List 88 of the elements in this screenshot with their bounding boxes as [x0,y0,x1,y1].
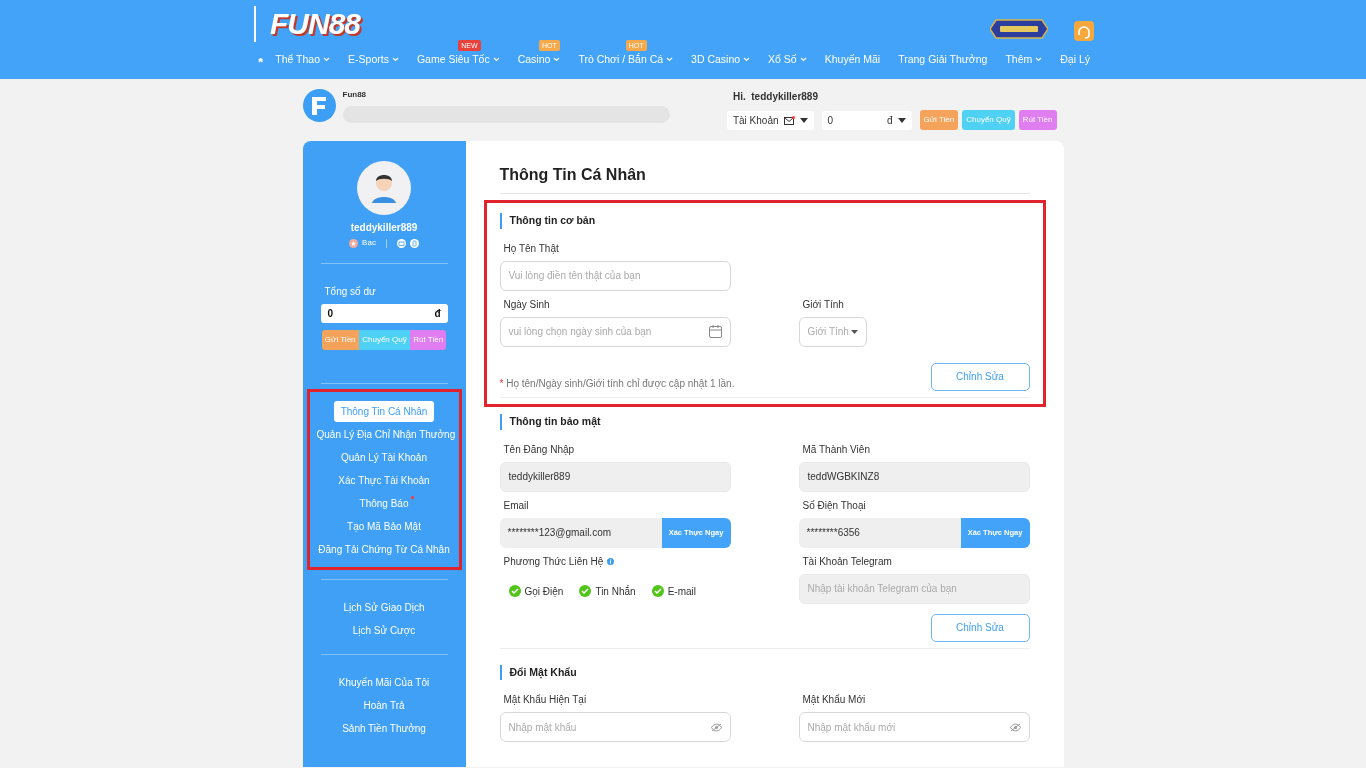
field-label: Email [503,498,529,513]
menu-item[interactable]: Lịch Sử Giao Dịch [336,597,432,618]
field-label: Tài Khoản Telegram [802,554,892,569]
nav-link[interactable]: Game Siêu Tốc [416,52,500,68]
letter-f-icon [312,96,326,115]
menu-item[interactable]: Sảnh Tiền Thưởng [335,718,433,739]
nav-link[interactable]: 3D Casino [691,52,751,68]
account-dropdown[interactable]: Tài Khoản [726,110,814,130]
action-button[interactable]: Chuyển Quỹ [358,330,410,350]
nav-link[interactable]: Khuyến Mãi [824,52,881,68]
username: teddykiller889 [349,221,419,235]
menu-item[interactable]: Tạo Mã Bảo Mật [340,516,428,537]
mail-icon[interactable] [396,238,406,248]
balance-dropdown[interactable]: 0 đ [821,110,912,130]
field-label: Tên Đăng Nhập [503,442,575,457]
nav-link[interactable]: Trang Giải Thưởng [898,52,988,68]
menu-item[interactable]: Hoàn Trả [356,695,412,716]
balance-field: 0 đ [320,304,448,323]
input-field[interactable]: vui lòng chọn ngày sinh của bạn [499,316,731,347]
nav-link[interactable]: Xổ Số [768,52,807,68]
nav-link[interactable]: Trò Chơi / Bắn Cá [578,52,674,68]
avatar [357,161,411,215]
nav-link[interactable]: Thêm [1005,52,1043,68]
action-button[interactable]: Gửi Tiền [919,110,959,130]
medal-icon [349,238,359,248]
caret-icon [850,329,858,334]
action-button[interactable]: Gửi Tiền [321,330,359,350]
input-field[interactable]: Nhập mật khẩu mới [798,712,1030,743]
note: * Họ tên/Ngày sinh/Giới tính chỉ được cập nhật 1 lần. [499,376,735,391]
edit-button[interactable]: Chỉnh Sửa [930,613,1030,642]
greeting: Hi. teddykiller889 [732,90,819,104]
info-icon[interactable] [607,557,615,565]
eye-slash-icon[interactable] [710,722,722,732]
action-button[interactable]: Rút Tiền [410,330,447,350]
checkbox[interactable]: E-mail [651,583,696,599]
menu-item[interactable]: Xác Thực Tài Khoản [331,470,437,491]
calendar-icon[interactable] [708,325,722,339]
checkbox[interactable]: Tin Nhắn [579,583,636,599]
caret-icon [897,117,906,123]
menu-item[interactable]: Quản Lý Tài Khoản [334,447,434,468]
menu-item[interactable]: Thông Báo [352,493,416,514]
gender-dropdown[interactable]: Giới Tính [798,316,867,347]
menu-item[interactable]: Thông Tin Cá Nhân [333,401,435,422]
input-field[interactable]: ********6356 [798,517,961,548]
action-button[interactable]: Rút Tiền [1018,110,1057,130]
field-label: Giới Tính [802,297,844,312]
nav-link[interactable]: Đại Lý [1060,52,1090,68]
check-circle-icon [579,585,592,597]
check-circle-icon [651,585,664,597]
field-label: Mã Thành Viên [802,442,870,457]
input-field[interactable]: Nhập tài khoản Telegram của bạn [798,573,1030,604]
logo[interactable]: FUN88 [254,6,361,42]
input-field[interactable]: teddWGBKINZ8 [798,461,1030,492]
page-title: Thông Tin Cá Nhân [499,161,1030,194]
phone-icon[interactable] [409,238,419,248]
checkbox[interactable]: Gọi Điện [508,583,564,599]
site-logo[interactable] [302,89,336,122]
field-label: Phương Thức Liên Hệ [503,554,604,569]
input-field[interactable]: Nhập mật khẩu [499,712,731,743]
input-field[interactable]: ********123@gmail.com [499,517,662,548]
field-label: Số Điện Thoại [802,498,866,513]
field-label: Ngày Sinh [503,297,550,312]
menu-item[interactable]: Khuyến Mãi Của Tôi [331,672,437,693]
input-field[interactable]: Vui lòng điền tên thật của bạn [499,260,731,291]
nav-link[interactable]: Casino [517,52,561,68]
action-button[interactable]: Chuyển Quỹ [962,110,1015,130]
field-label: Mật Khẩu Mới [802,693,866,708]
menu-item[interactable]: Đăng Tải Chứng Từ Cá Nhân [311,539,457,560]
check-circle-icon [508,585,521,597]
nav-link[interactable]: Thể Thao [275,52,331,68]
input-field[interactable]: teddykiller889 [499,461,731,492]
bonus-badge-icon[interactable] [990,19,1048,39]
nav-link[interactable]: E-Sports [348,52,399,68]
field-label: Họ Tên Thật [503,241,559,256]
section-title: Thông tin cơ bản [499,213,1030,229]
headset-icon[interactable] [1074,21,1094,41]
field-label: Mật Khẩu Hiện Tại [503,693,587,708]
menu-item[interactable]: Lịch Sử Cược [345,620,423,641]
eye-slash-icon[interactable] [1009,722,1021,732]
edit-button[interactable]: Chỉnh Sửa [930,362,1030,391]
section-title: Thông tin bảo mật [499,413,1030,430]
section-title: Đổi Mật Khẩu [499,664,1030,681]
balance-label: Tổng số dư [324,285,377,299]
menu-item[interactable]: Quản Lý Địa Chỉ Nhận Thưởng [309,424,463,445]
caret-icon [799,117,808,123]
mail-icon [783,115,795,125]
rank-label: Bạc [362,237,376,249]
site-name: Fun88 [342,89,368,101]
